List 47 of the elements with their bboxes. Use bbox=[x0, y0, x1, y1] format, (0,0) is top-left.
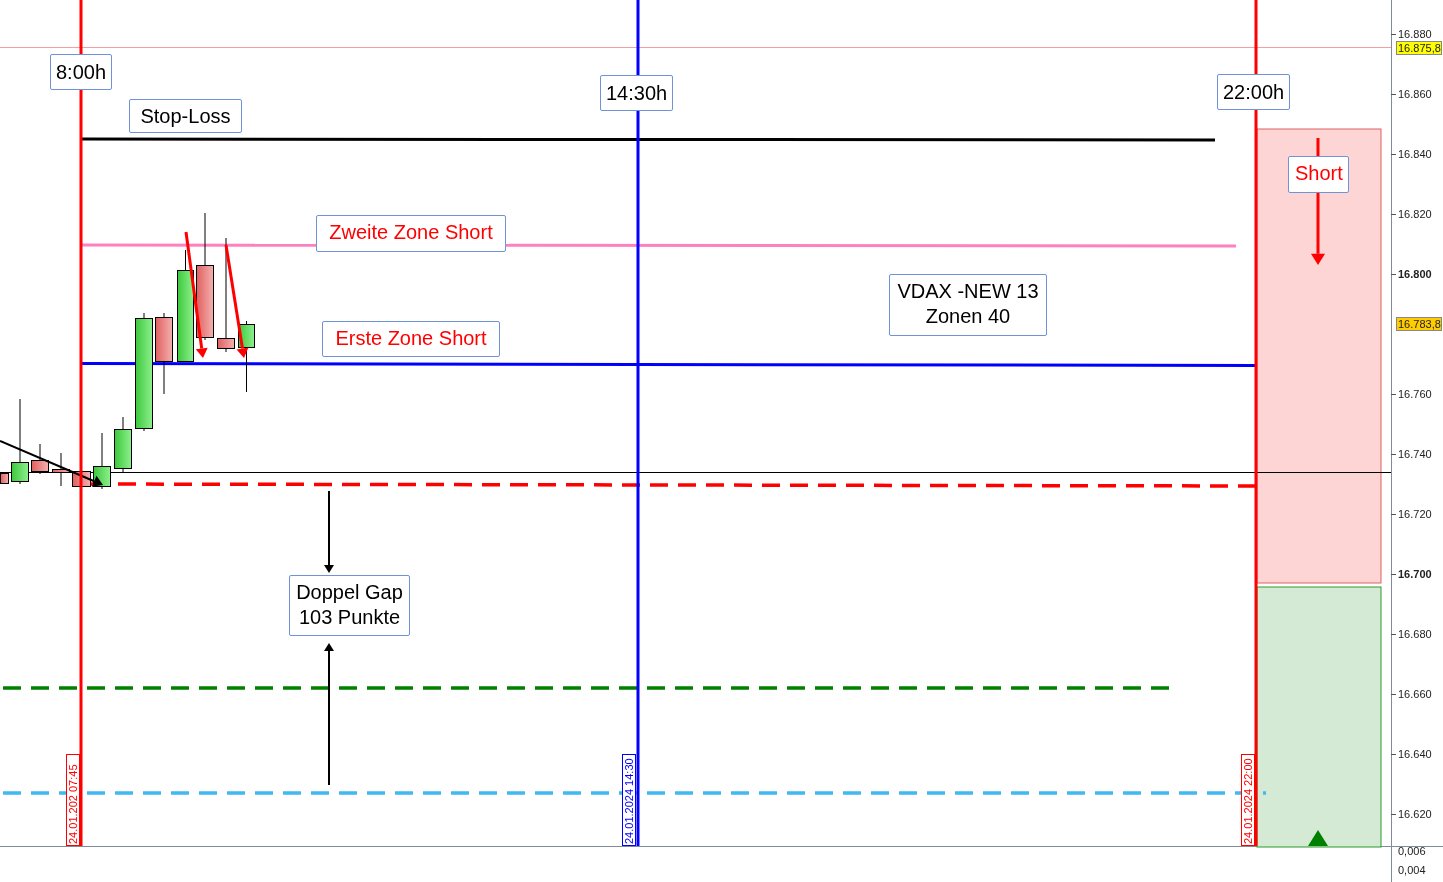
chart-note: Erste Zone Short bbox=[322, 321, 500, 357]
tick-mark bbox=[1390, 454, 1397, 455]
price-tick: 16.760 bbox=[1398, 388, 1432, 401]
tick-mark bbox=[1390, 574, 1397, 575]
date-label: 24.01.202 07:45 bbox=[66, 754, 80, 846]
time-label: 14:30h bbox=[600, 75, 674, 111]
price-tick: 16.860 bbox=[1398, 88, 1432, 101]
chart-note: VDAX -NEW 13 Zonen 40 bbox=[889, 274, 1047, 336]
chart-note: Stop-Loss bbox=[129, 99, 242, 133]
candle bbox=[0, 472, 9, 484]
price-tick: 16.720 bbox=[1398, 508, 1432, 521]
tick-mark bbox=[1390, 514, 1397, 515]
price-tick: 16.680 bbox=[1398, 628, 1432, 641]
indicator-tick: 0,006 bbox=[1398, 845, 1426, 858]
tick-mark bbox=[1390, 214, 1397, 215]
price-tick: 16.880 bbox=[1398, 28, 1432, 41]
tick-mark bbox=[1390, 34, 1397, 35]
tick-mark bbox=[1390, 814, 1397, 815]
price-tick: 16.820 bbox=[1398, 208, 1432, 221]
chart-note: Doppel Gap 103 Punkte bbox=[289, 575, 410, 636]
price-tick: 16.700 bbox=[1398, 568, 1432, 581]
chart-note: Short bbox=[1288, 156, 1349, 193]
candle bbox=[31, 443, 49, 475]
candle bbox=[114, 416, 132, 474]
date-label: 24.01.2024 14:30 bbox=[622, 754, 636, 846]
price-tick: 16.660 bbox=[1398, 688, 1432, 701]
price-tick: 16.640 bbox=[1398, 748, 1432, 761]
tick-mark bbox=[1390, 694, 1397, 695]
tick-mark bbox=[1390, 754, 1397, 755]
tick-mark bbox=[1390, 274, 1397, 275]
chart-note: Zweite Zone Short bbox=[316, 215, 506, 252]
time-label: 22:00h bbox=[1217, 74, 1291, 110]
date-label: 24.01.2024 22:00 bbox=[1241, 754, 1255, 846]
tick-mark bbox=[1390, 394, 1397, 395]
indicator-tick: 0,004 bbox=[1398, 864, 1426, 877]
price-tick: 16.800 bbox=[1398, 268, 1432, 281]
price-marker: 16.875,8 bbox=[1396, 41, 1442, 55]
time-label: 8:00h bbox=[50, 54, 113, 90]
triangle-icon bbox=[1308, 830, 1328, 846]
price-tick: 16.620 bbox=[1398, 808, 1432, 821]
price-tick: 16.740 bbox=[1398, 448, 1432, 461]
tick-mark bbox=[1390, 634, 1397, 635]
tick-mark bbox=[1390, 94, 1397, 95]
price-tick: 16.840 bbox=[1398, 148, 1432, 161]
candle bbox=[52, 452, 70, 487]
price-marker: 16.783,8 bbox=[1396, 317, 1442, 331]
tick-mark bbox=[1390, 154, 1397, 155]
